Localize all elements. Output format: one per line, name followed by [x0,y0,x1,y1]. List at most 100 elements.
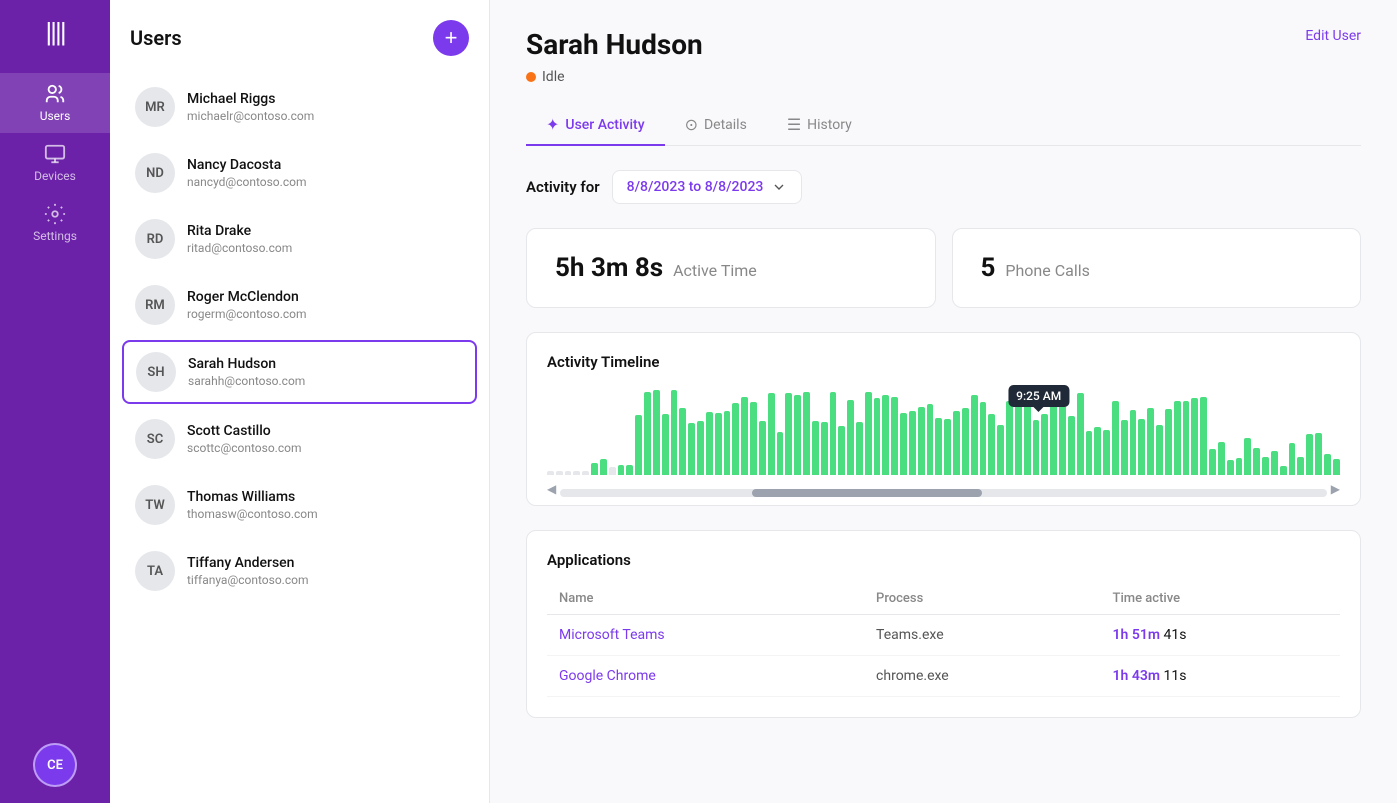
timeline-bar[interactable] [803,392,810,475]
timeline-bar[interactable] [609,467,616,475]
timeline-bar[interactable] [591,463,598,475]
timeline-bar[interactable] [626,465,633,475]
timeline-bar[interactable] [1183,401,1190,475]
timeline-bar[interactable] [1200,397,1207,475]
timeline-bar[interactable] [1103,430,1110,475]
timeline-bar[interactable] [891,397,898,475]
timeline-bar[interactable] [618,465,625,475]
timeline-bar[interactable] [918,407,925,475]
timeline-bar[interactable] [1218,442,1225,475]
timeline-bar[interactable] [697,421,704,475]
scroll-left-arrow[interactable]: ◀ [547,482,556,496]
current-user-avatar[interactable]: CE [33,743,77,787]
timeline-bar[interactable] [874,398,881,475]
timeline-bar[interactable] [927,404,934,475]
timeline-bar[interactable] [582,471,589,475]
timeline-bar[interactable] [794,395,801,475]
timeline-bar[interactable] [573,471,580,475]
timeline-bar[interactable] [644,392,651,475]
timeline-bar[interactable] [1289,443,1296,475]
timeline-bar[interactable] [1094,427,1101,475]
timeline-bar[interactable] [1059,396,1066,475]
timeline-bar[interactable] [547,471,554,475]
timeline-bar[interactable] [856,422,863,475]
timeline-bar[interactable] [785,393,792,475]
timeline-bar[interactable] [556,471,563,475]
timeline-bar[interactable] [1165,409,1172,475]
tab-history[interactable]: ☰ History [767,105,872,146]
timeline-bar[interactable] [980,402,987,475]
timeline-bar[interactable] [600,459,607,475]
timeline-bar[interactable] [688,423,695,475]
timeline-bar[interactable] [944,419,951,475]
user-list-item[interactable]: TW Thomas Williams thomasw@contoso.com [122,474,477,536]
timeline-scrollbar[interactable] [560,489,1327,497]
timeline-bar[interactable] [865,392,872,475]
timeline-bar[interactable] [1130,410,1137,475]
timeline-bar[interactable] [671,390,678,475]
date-range-picker[interactable]: 8/8/2023 to 8/8/2023 [612,170,803,204]
timeline-bar[interactable] [750,402,757,475]
timeline-bar[interactable] [847,400,854,475]
timeline-bar[interactable] [1112,401,1119,475]
timeline-bar[interactable] [1121,420,1128,475]
user-list-item[interactable]: TA Tiffany Andersen tiffanya@contoso.com [122,540,477,602]
user-list-item[interactable]: ND Nancy Dacosta nancyd@contoso.com [122,142,477,204]
timeline-bar[interactable] [1227,460,1234,475]
timeline-bar[interactable] [962,408,969,475]
timeline-bar[interactable] [1324,454,1331,475]
timeline-bar[interactable] [1333,459,1340,475]
timeline-bar[interactable] [1280,466,1287,475]
timeline-bar[interactable] [1041,414,1048,475]
timeline-bar[interactable] [900,413,907,475]
timeline-bar[interactable] [997,425,1004,475]
timeline-bar[interactable] [1191,398,1198,475]
timeline-bar[interactable] [1297,457,1304,475]
timeline-bar[interactable] [1033,420,1040,475]
timeline-bar[interactable] [777,432,784,476]
timeline-bar[interactable] [935,418,942,475]
timeline-bar[interactable] [1050,405,1057,475]
timeline-bar[interactable] [1306,434,1313,475]
timeline-bar[interactable] [715,413,722,475]
timeline-bar[interactable] [1174,401,1181,475]
timeline-bar[interactable] [653,390,660,475]
timeline-bar[interactable] [635,415,642,475]
timeline-bar[interactable] [706,412,713,475]
sidebar-item-devices[interactable]: Devices [0,133,110,193]
edit-user-link[interactable]: Edit User [1305,28,1361,44]
timeline-bar[interactable] [1015,400,1022,475]
timeline-bar[interactable] [838,426,845,475]
timeline-bar[interactable] [759,421,766,475]
app-name-cell[interactable]: Microsoft Teams [547,615,864,656]
timeline-bar[interactable] [1253,448,1260,475]
timeline-bar[interactable] [1262,457,1269,475]
timeline-bar[interactable] [812,421,819,475]
timeline-bar[interactable] [830,392,837,475]
timeline-bar[interactable] [1244,438,1251,475]
timeline-scrollbar-thumb[interactable] [752,489,982,497]
timeline-bar[interactable] [909,411,916,475]
timeline-bar[interactable] [882,395,889,475]
timeline-bar[interactable] [988,414,995,475]
timeline-bar[interactable] [953,411,960,475]
user-list-item[interactable]: SC Scott Castillo scottc@contoso.com [122,408,477,470]
timeline-bar[interactable] [1086,431,1093,475]
timeline-bar[interactable] [662,414,669,475]
timeline-bar[interactable] [1156,425,1163,475]
timeline-bar[interactable] [1147,408,1154,475]
timeline-bar[interactable] [1068,416,1075,475]
tab-user-activity[interactable]: ✦ User Activity [526,105,665,146]
timeline-bar[interactable] [1006,401,1013,475]
timeline-bar[interactable] [679,408,686,475]
user-list-item[interactable]: RM Roger McClendon rogerm@contoso.com [122,274,477,336]
timeline-bar[interactable] [821,422,828,476]
sidebar-item-users[interactable]: Users [0,73,110,133]
app-name-cell[interactable]: Google Chrome [547,656,864,697]
sidebar-item-settings[interactable]: Settings [0,193,110,253]
timeline-bar[interactable] [1209,449,1216,475]
timeline-bar[interactable] [724,411,731,475]
timeline-bar[interactable] [1024,395,1031,475]
timeline-bar[interactable] [1077,393,1084,475]
user-list-item[interactable]: MR Michael Riggs michaelr@contoso.com [122,76,477,138]
